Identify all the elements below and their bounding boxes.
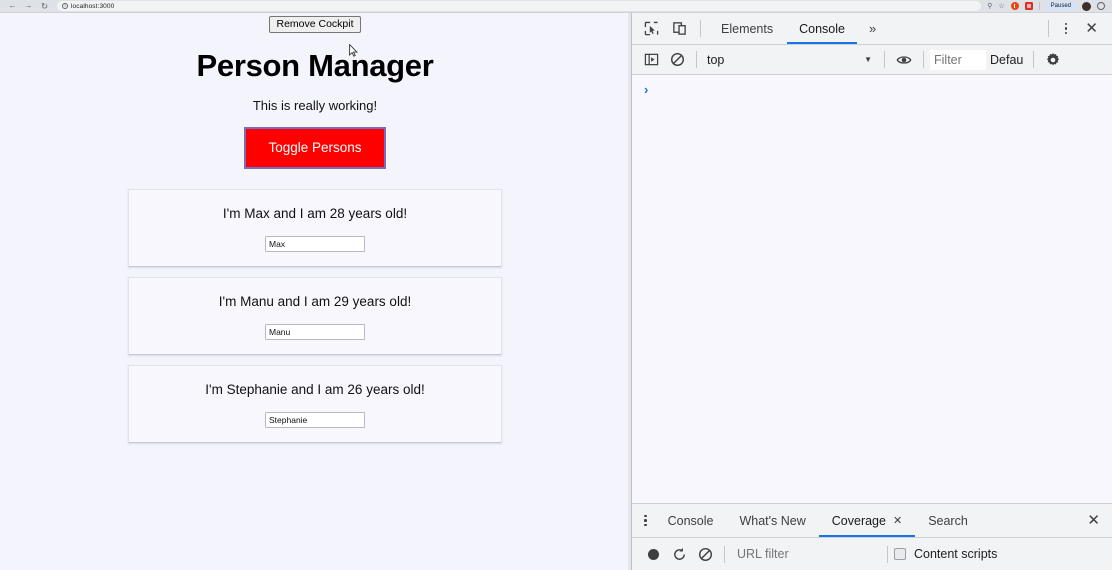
devtools-toolbar: Elements Console » ✕ (632, 13, 1112, 45)
screen-root: ← → ↻ i localhost:3000 ⚲ ☆ Paused Remove… (0, 0, 1112, 570)
person-card[interactable]: I'm Manu and I am 29 years old! (128, 276, 502, 355)
drawer-tab-label: Coverage (831, 513, 886, 528)
coverage-toolbar: Content scripts (632, 538, 1112, 570)
person-name-input[interactable] (265, 235, 365, 252)
console-levels-select[interactable]: Defau (986, 53, 1027, 67)
star-icon[interactable]: ☆ (998, 3, 1004, 10)
drawer-tab-coverage[interactable]: Coverage ✕ (819, 504, 915, 537)
person-description: I'm Manu and I am 29 years old! (218, 293, 412, 309)
extension-icon-orange[interactable] (1010, 2, 1019, 10)
site-info-icon[interactable]: i (62, 3, 68, 9)
chrome-menu-icon[interactable] (1097, 2, 1105, 10)
drawer-tab-console[interactable]: Console (655, 504, 727, 537)
drawer-tab-label: Console (667, 513, 714, 528)
cockpit-button-row: Remove Cockpit (0, 13, 630, 34)
drawer-tab-label: Search (928, 513, 968, 528)
search-icon[interactable]: ⚲ (987, 3, 992, 10)
console-prompt-chevron-icon: › (644, 82, 649, 97)
settings-gear-icon[interactable] (1040, 48, 1066, 72)
toolbar-divider (700, 20, 701, 37)
clear-icon[interactable] (692, 542, 718, 566)
toolbar-divider (1033, 51, 1035, 68)
forward-arrow-icon[interactable]: → (24, 2, 33, 10)
navigation-buttons: ← → ↻ (4, 2, 49, 11)
drawer-tab-whats-new[interactable]: What's New (726, 504, 818, 537)
toolbar-divider (1047, 20, 1049, 37)
toolbar-divider (884, 51, 885, 68)
console-sidebar-icon[interactable] (638, 48, 664, 72)
record-icon[interactable] (640, 542, 666, 566)
person-list: I'm Max and I am 28 years old! I'm Manu … (0, 188, 630, 443)
person-card[interactable]: I'm Max and I am 28 years old! (128, 188, 502, 267)
paused-badge[interactable]: Paused (1045, 2, 1076, 10)
console-context-value: top (707, 52, 725, 67)
close-icon[interactable]: ✕ (1079, 513, 1108, 528)
toolbar-divider (923, 51, 924, 68)
console-context-select[interactable]: top ▼ (703, 53, 878, 67)
console-filter-bar: top ▼ Defau (632, 45, 1112, 75)
remove-cockpit-button[interactable]: Remove Cockpit (269, 16, 361, 34)
person-description: I'm Stephanie and I am 26 years old! (205, 381, 425, 397)
content-scripts-checkbox[interactable] (894, 548, 906, 560)
toolbar-divider (1038, 2, 1040, 10)
kebab-menu-icon[interactable] (1057, 22, 1076, 35)
console-prompt[interactable]: › (632, 75, 1112, 97)
drawer-tab-bar: Console What's New Coverage ✕ Search ✕ (632, 504, 1112, 538)
person-name-input[interactable] (265, 411, 365, 428)
page-subtitle: This is really working! (252, 98, 378, 114)
content-scripts-label: Content scripts (914, 547, 998, 561)
chevron-down-icon: ▼ (864, 55, 872, 64)
tab-console[interactable]: Console (787, 13, 857, 44)
person-description: I'm Max and I am 28 years old! (222, 205, 408, 221)
devtools-drawer: Console What's New Coverage ✕ Search ✕ U… (632, 503, 1112, 570)
inspect-element-icon[interactable] (638, 17, 664, 41)
back-arrow-icon[interactable]: ← (8, 2, 17, 10)
drawer-tab-label: What's New (739, 513, 806, 528)
reload-icon[interactable] (666, 542, 692, 566)
reload-icon[interactable]: ↻ (40, 2, 49, 11)
toolbar-divider (696, 51, 697, 68)
console-filter-input[interactable] (930, 49, 986, 70)
address-bar-url: localhost:3000 (71, 2, 115, 10)
page-viewport: Remove Cockpit Person Manager This is re… (0, 13, 630, 570)
tab-elements[interactable]: Elements (709, 13, 785, 44)
browser-toolbar: ← → ↻ i localhost:3000 ⚲ ☆ Paused (0, 0, 1112, 13)
toolbar-divider (724, 545, 725, 563)
drawer-tab-search[interactable]: Search (915, 504, 981, 537)
url-filter-input[interactable] (731, 547, 881, 561)
device-toolbar-icon[interactable] (666, 17, 692, 41)
close-icon[interactable]: ✕ (893, 514, 902, 527)
devtools-panel: Elements Console » ✕ top ▼ Filter Defau … (631, 13, 1112, 570)
close-icon[interactable]: ✕ (1077, 21, 1106, 36)
avatar-icon[interactable] (1082, 1, 1091, 11)
toolbar-divider (887, 545, 888, 563)
page-title: Person Manager (196, 48, 434, 84)
browser-toolbar-actions: ⚲ ☆ Paused (987, 1, 1108, 11)
kebab-menu-icon[interactable] (636, 514, 655, 527)
live-expression-eye-icon[interactable] (891, 48, 917, 72)
extension-icon-red[interactable] (1024, 2, 1033, 10)
console-output-area[interactable]: › (632, 75, 1112, 503)
chevrons-right-icon[interactable]: » (859, 21, 886, 36)
toggle-persons-button[interactable]: Toggle Persons (244, 127, 386, 169)
person-card[interactable]: I'm Stephanie and I am 26 years old! (128, 364, 502, 443)
address-bar[interactable]: i localhost:3000 (57, 1, 982, 11)
person-name-input[interactable] (265, 323, 365, 340)
toggle-button-row: Toggle Persons (0, 127, 630, 169)
clear-console-icon[interactable] (664, 48, 690, 72)
